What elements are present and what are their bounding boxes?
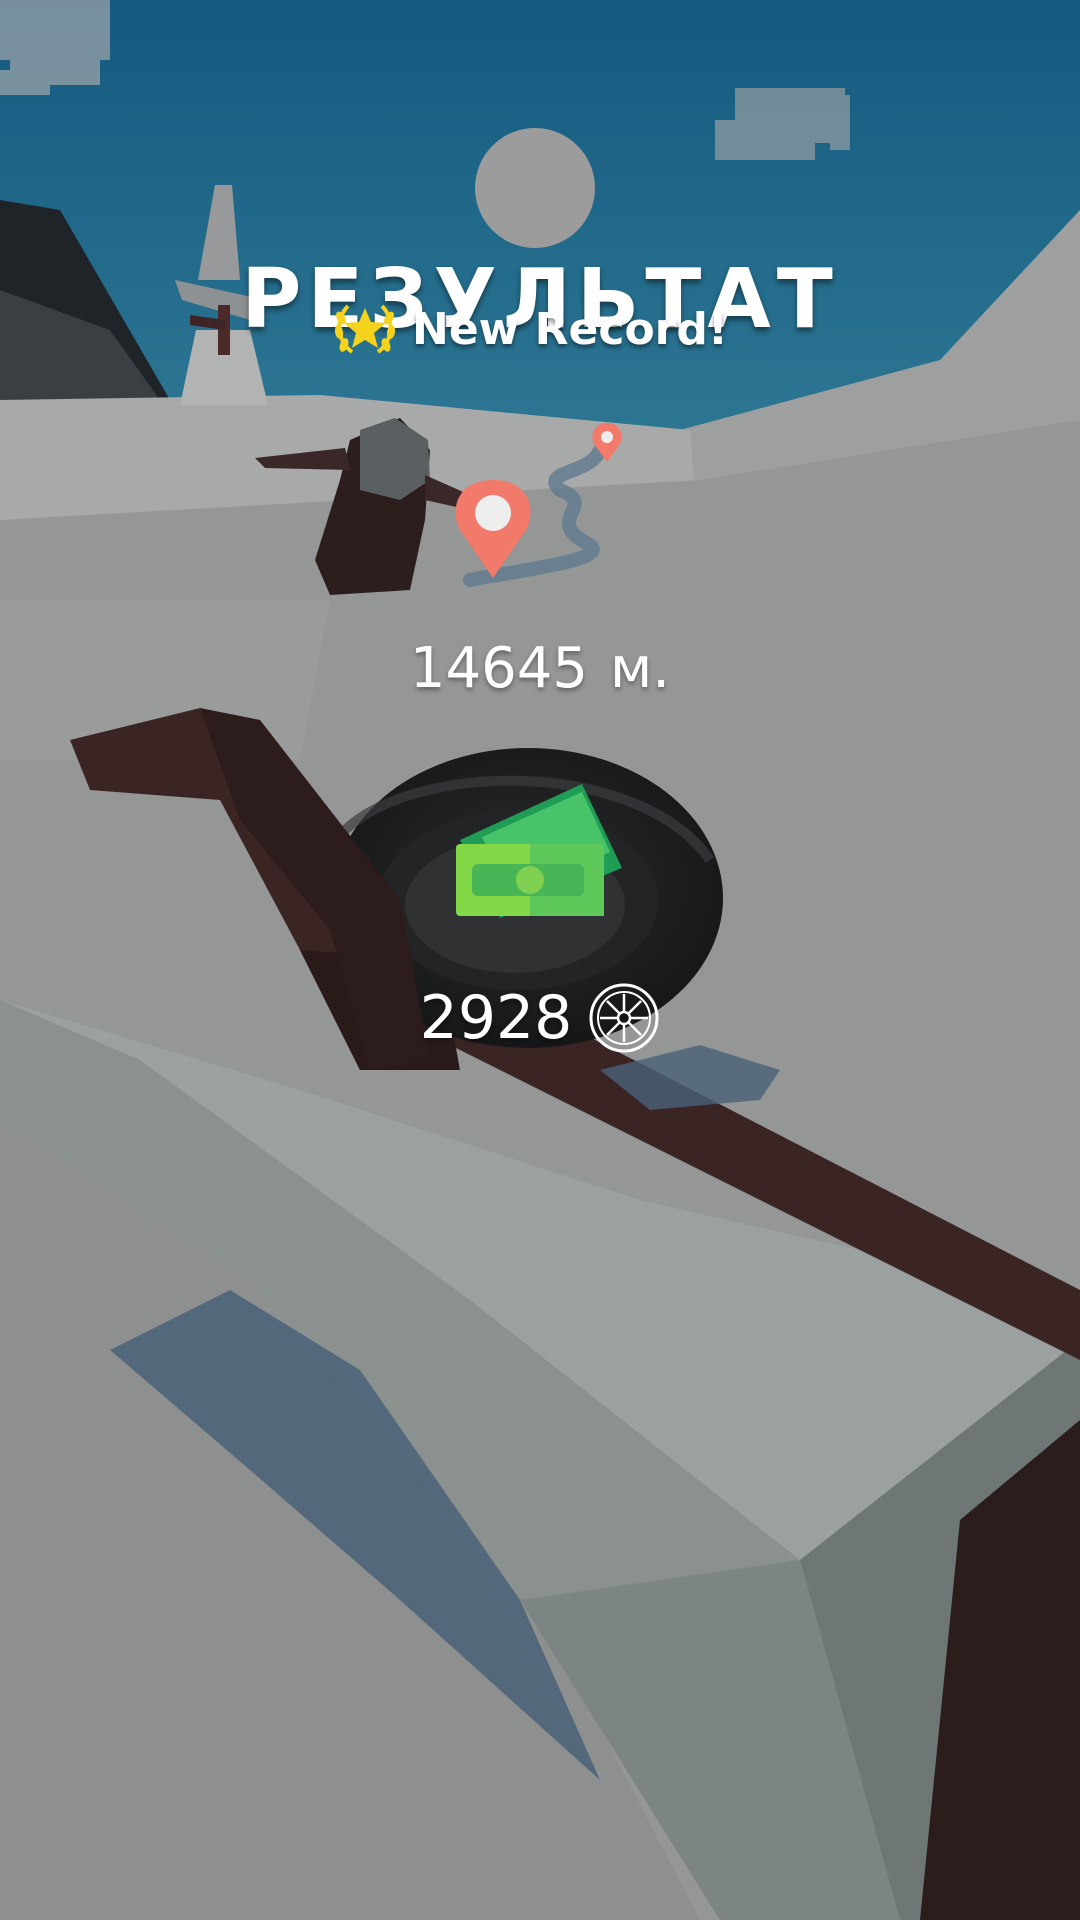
tire-wheel-icon — [589, 983, 659, 1053]
moon — [475, 128, 595, 248]
cloud-left — [0, 0, 110, 95]
laurel-star-icon — [334, 304, 396, 354]
cash-bundle-icon — [456, 784, 622, 918]
distance-display: 14645 м. — [0, 636, 1080, 701]
game-screen: РЕЗУЛЬТАТ New Record! 14645 м. 2928 — [0, 0, 1080, 1920]
coins-display: 2928 — [0, 982, 1080, 1054]
new-record-label: New Record! — [412, 303, 728, 355]
distance-value: 14645 — [409, 636, 589, 701]
coins-value: 2928 — [419, 983, 573, 1053]
new-record-banner: New Record! — [330, 296, 728, 362]
distance-unit: м. — [610, 636, 671, 701]
